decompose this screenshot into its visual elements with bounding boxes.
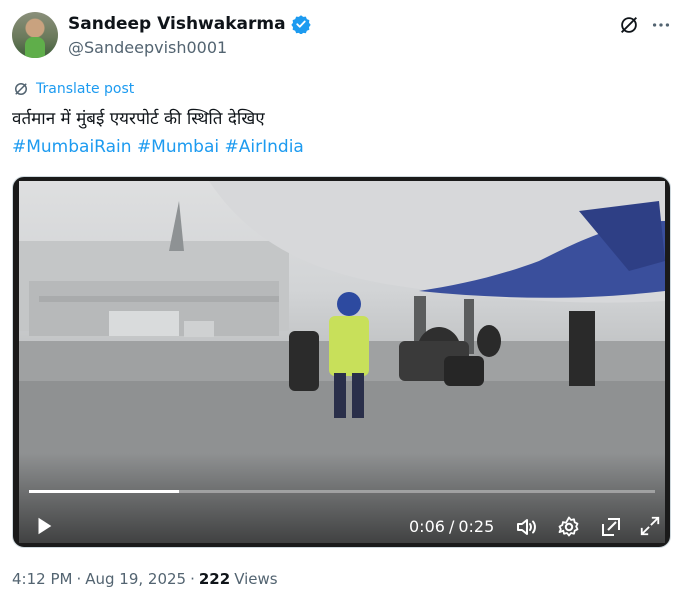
volume-icon[interactable] bbox=[514, 515, 538, 539]
hashtags: #MumbaiRain #Mumbai #AirIndia bbox=[12, 134, 304, 160]
meta-dot: · bbox=[76, 570, 82, 588]
dock-icon[interactable] bbox=[599, 515, 623, 539]
progress-bar[interactable] bbox=[29, 490, 655, 493]
grok-icon[interactable] bbox=[618, 14, 640, 36]
translate-icon bbox=[15, 83, 27, 95]
views-label: Views bbox=[234, 570, 278, 588]
hashtag-link[interactable]: #AirIndia bbox=[225, 137, 304, 157]
views-count: 222 bbox=[198, 570, 231, 588]
author-name-row[interactable]: Sandeep Vishwakarma bbox=[68, 14, 311, 34]
duration: 0:25 bbox=[458, 517, 495, 536]
time-display: 0:06 / 0:25 bbox=[409, 517, 494, 536]
hashtag-link[interactable]: #MumbaiRain bbox=[12, 137, 132, 157]
play-icon[interactable] bbox=[33, 515, 55, 537]
translate-label: Translate post bbox=[36, 81, 135, 97]
fullscreen-icon[interactable] bbox=[639, 515, 661, 537]
author-handle[interactable]: @Sandeepvish0001 bbox=[68, 38, 227, 57]
post-meta: 4:12 PM · Aug 19, 2025 · 222 Views bbox=[12, 570, 278, 588]
hashtag-link[interactable]: #Mumbai bbox=[137, 137, 219, 157]
meta-dot: · bbox=[190, 570, 195, 588]
current-time: 0:06 bbox=[409, 517, 445, 536]
settings-icon[interactable] bbox=[557, 515, 581, 539]
post-date[interactable]: Aug 19, 2025 bbox=[85, 570, 186, 588]
video-frame[interactable]: 0:06 / 0:25 bbox=[19, 181, 665, 543]
author-name[interactable]: Sandeep Vishwakarma bbox=[68, 14, 286, 34]
video-player[interactable]: 0:06 / 0:25 bbox=[12, 176, 671, 548]
avatar[interactable] bbox=[12, 12, 58, 58]
post-time[interactable]: 4:12 PM bbox=[12, 570, 72, 588]
translate-post-link[interactable]: Translate post bbox=[12, 80, 134, 98]
verified-badge-icon bbox=[290, 15, 311, 34]
more-icon[interactable] bbox=[650, 14, 672, 36]
time-separator: / bbox=[448, 517, 455, 536]
tweet-text: वर्तमान में मुंबई एयरपोर्ट की स्थिति देख… bbox=[12, 109, 265, 129]
progress-fill bbox=[29, 490, 180, 493]
